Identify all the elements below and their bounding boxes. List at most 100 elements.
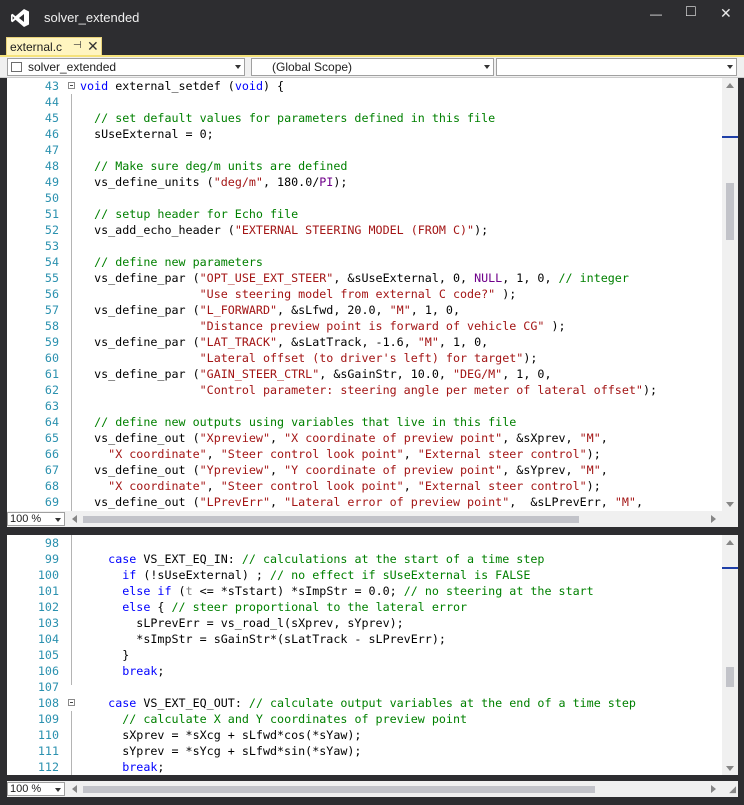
- code-line[interactable]: 68 "X coordinate", "Steer control look p…: [7, 478, 722, 494]
- code-line[interactable]: 55 vs_define_par ("OPT_USE_EXT_STEER", &…: [7, 270, 722, 286]
- code-token: "Control parameter: steering angle per m…: [199, 383, 643, 397]
- code-line[interactable]: 105 }: [7, 647, 722, 663]
- code-line[interactable]: 46 sUseExternal = 0;: [7, 126, 722, 142]
- tab-external-c[interactable]: external.c ⊣ ✕: [6, 37, 102, 56]
- code-line[interactable]: 103 sLPrevErr = vs_road_l(sXprev, sYprev…: [7, 615, 722, 631]
- code-line[interactable]: 53: [7, 238, 722, 254]
- code-line[interactable]: 48 // Make sure deg/m units are defined: [7, 158, 722, 174]
- code-line[interactable]: 45 // set default values for parameters …: [7, 110, 722, 126]
- code-line[interactable]: 108 case VS_EXT_EQ_OUT: // calculate out…: [7, 695, 722, 711]
- project-dropdown[interactable]: solver_extended: [7, 58, 245, 76]
- line-number: 105: [37, 648, 59, 662]
- code-token: "Lateral error of preview point": [284, 495, 510, 509]
- code-token: "M": [579, 431, 601, 445]
- code-token: , 1, 0,: [438, 335, 489, 349]
- code-line[interactable]: 63: [7, 398, 722, 414]
- tab-close-icon[interactable]: ✕: [87, 38, 99, 55]
- code-line[interactable]: 44: [7, 94, 722, 110]
- code-line[interactable]: 56 "Use steering model from external C c…: [7, 286, 722, 302]
- code-token: );: [523, 351, 538, 365]
- code-line[interactable]: 51 // setup header for Echo file: [7, 206, 722, 222]
- vertical-scrollbar[interactable]: [722, 78, 738, 511]
- member-dropdown[interactable]: [496, 58, 737, 76]
- code-token: , &sLfwd, 20.0,: [277, 303, 390, 317]
- code-line[interactable]: 100 if (!sUseExternal) ; // no effect if…: [7, 567, 722, 583]
- line-number: 54: [44, 255, 59, 269]
- code-line[interactable]: 69 vs_define_out ("LPrevErr", "Lateral e…: [7, 494, 722, 510]
- code-line[interactable]: 104 *sImpStr = sGainStr*(sLatTrack - sLP…: [7, 631, 722, 647]
- code-token: ,: [635, 495, 643, 509]
- line-number: 102: [37, 600, 59, 614]
- code-token: "L_FORWARD": [199, 303, 278, 317]
- code-line[interactable]: 49 vs_define_units ("deg/m", 180.0/PI);: [7, 174, 722, 190]
- code-line[interactable]: 59 vs_define_par ("LAT_TRACK", &sLatTrac…: [7, 334, 722, 350]
- code-line[interactable]: 43 void external_setdef (void) {: [7, 78, 722, 94]
- pin-icon[interactable]: ⊣: [73, 40, 82, 51]
- code-line[interactable]: 58 "Distance preview point is forward of…: [7, 318, 722, 334]
- code-line[interactable]: 66 "X coordinate", "Steer control look p…: [7, 446, 722, 462]
- code-line[interactable]: 54 // define new parameters: [7, 254, 722, 270]
- scope-dropdown[interactable]: (Global Scope): [251, 58, 494, 76]
- scroll-right-icon[interactable]: [711, 515, 716, 523]
- code-token: break: [122, 664, 158, 678]
- code-line[interactable]: 60 "Lateral offset (to driver's left) fo…: [7, 350, 722, 366]
- scrollbar-thumb[interactable]: [726, 667, 734, 687]
- resize-grip-icon[interactable]: ◢: [729, 784, 736, 795]
- horizontal-scrollbar[interactable]: [69, 782, 721, 796]
- code-line[interactable]: 110 sXprev = *sXcg + sLfwd*cos(*sYaw);: [7, 727, 722, 743]
- code-line[interactable]: 111 sYprev = *sYcg + sLfwd*sin(*sYaw);: [7, 743, 722, 759]
- code-line[interactable]: 101 else if (t <= *sTstart) *sImpStr = 0…: [7, 583, 722, 599]
- code-line[interactable]: 99 case VS_EXT_EQ_IN: // calculations at…: [7, 551, 722, 567]
- collapse-region-icon[interactable]: [68, 699, 75, 706]
- line-number: 112: [37, 760, 59, 774]
- code-editor-bottom[interactable]: 98 99 case VS_EXT_EQ_IN: // calculations …: [7, 535, 738, 775]
- code-line[interactable]: 112 break;: [7, 759, 722, 775]
- code-line[interactable]: 47: [7, 142, 722, 158]
- code-line[interactable]: 57 vs_define_par ("L_FORWARD", &sLfwd, 2…: [7, 302, 722, 318]
- chevron-down-icon: [55, 788, 61, 792]
- horizontal-scrollbar-thumb[interactable]: [83, 786, 595, 793]
- code-line[interactable]: 106 break;: [7, 663, 722, 679]
- code-line[interactable]: 102 else { // steer proportional to the …: [7, 599, 722, 615]
- pane-splitter[interactable]: [7, 527, 738, 535]
- code-line[interactable]: 52 vs_add_echo_header ("EXTERNAL STEERIN…: [7, 222, 722, 238]
- minimize-icon[interactable]: —: [650, 7, 672, 29]
- code-token: vs_define_par (: [80, 271, 200, 285]
- code-line[interactable]: 61 vs_define_par ("GAIN_STEER_CTRL", &sG…: [7, 366, 722, 382]
- scroll-down-icon[interactable]: [726, 766, 734, 771]
- vertical-scrollbar[interactable]: [722, 535, 738, 775]
- code-token: NULL: [474, 271, 503, 285]
- zoom-dropdown[interactable]: 100 %: [7, 782, 65, 796]
- close-icon[interactable]: ✕: [720, 5, 742, 27]
- zoom-dropdown[interactable]: 100 %: [7, 512, 65, 526]
- scroll-up-icon[interactable]: [726, 83, 734, 88]
- code-editor-top[interactable]: 43 void external_setdef (void) {44 45 // s…: [7, 78, 738, 511]
- scroll-up-icon[interactable]: [726, 540, 734, 545]
- code-token: ;: [157, 664, 165, 678]
- code-line[interactable]: 50: [7, 190, 722, 206]
- code-line[interactable]: 107: [7, 679, 722, 695]
- code-token: // Make sure deg/m units are defined: [94, 159, 348, 173]
- collapse-region-icon[interactable]: [68, 82, 75, 89]
- horizontal-scrollbar-thumb[interactable]: [83, 516, 579, 523]
- code-line[interactable]: 67 vs_define_out ("Ypreview", "Y coordin…: [7, 462, 722, 478]
- code-line[interactable]: 62 "Control parameter: steering angle pe…: [7, 382, 722, 398]
- code-line[interactable]: 64 // define new outputs using variables…: [7, 414, 722, 430]
- scroll-right-icon[interactable]: [711, 785, 716, 793]
- scroll-left-icon[interactable]: [72, 515, 77, 523]
- code-line[interactable]: 109 // calculate X and Y coordinates of …: [7, 711, 722, 727]
- code-line[interactable]: 98: [7, 535, 722, 551]
- scrollbar-thumb[interactable]: [726, 183, 734, 240]
- scroll-left-icon[interactable]: [72, 785, 77, 793]
- code-token: // define new parameters: [94, 255, 263, 269]
- code-line[interactable]: 65 vs_define_out ("Xpreview", "X coordin…: [7, 430, 722, 446]
- scroll-down-icon[interactable]: [726, 502, 734, 507]
- maximize-icon[interactable]: □: [686, 3, 708, 25]
- chevron-down-icon: [484, 65, 490, 69]
- code-token: sLPrevErr = vs_road_l(sXprev, sYprev);: [80, 616, 404, 630]
- horizontal-scrollbar[interactable]: [69, 512, 721, 526]
